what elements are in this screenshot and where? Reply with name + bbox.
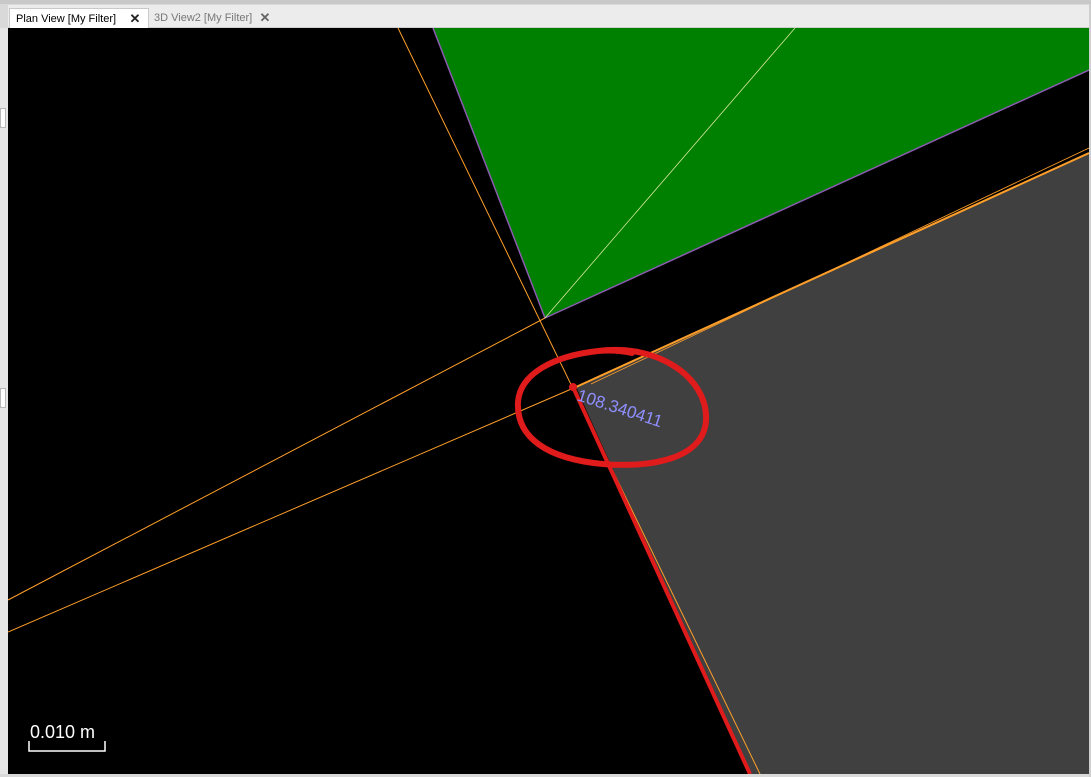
close-icon[interactable]: ✕	[128, 9, 142, 29]
application-frame: Plan View [My Filter] ✕ 3D View2 [My Fil…	[0, 0, 1091, 777]
tab-plan-view[interactable]: Plan View [My Filter] ✕	[9, 8, 149, 28]
plan-view-canvas[interactable]: 108.340411 0.010 m	[8, 28, 1089, 774]
tab-label: Plan View [My Filter]	[16, 13, 117, 25]
panel-splitter-handle[interactable]	[0, 388, 6, 408]
tab-3d-view2[interactable]: 3D View2 [My Filter] ✕	[148, 8, 278, 28]
scale-bar	[28, 741, 106, 752]
close-icon[interactable]: ✕	[258, 8, 272, 28]
orange-guide-line	[8, 386, 577, 633]
tab-label: 3D View2 [My Filter]	[154, 12, 253, 24]
top-border	[0, 0, 1091, 4]
panel-splitter-handle[interactable]	[0, 108, 6, 128]
orange-guide-line	[8, 317, 546, 601]
scale-bar-label: 0.010 m	[30, 722, 95, 742]
snap-point[interactable]	[569, 383, 577, 391]
view-tab-bar: Plan View [My Filter] ✕ 3D View2 [My Fil…	[8, 5, 1089, 28]
left-panel-edge	[0, 28, 8, 774]
drawing-canvas[interactable]: 108.340411 0.010 m	[8, 28, 1089, 774]
